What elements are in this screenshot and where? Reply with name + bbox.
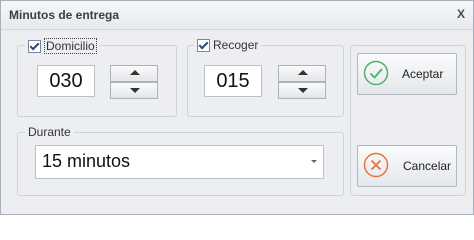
accept-button[interactable]: Aceptar	[357, 53, 457, 95]
recoger-label: Recoger	[213, 38, 259, 52]
arrow-down-icon	[130, 88, 140, 93]
recoger-increment-button[interactable]	[278, 65, 326, 82]
recoger-minutes-input[interactable]: 015	[204, 65, 262, 97]
arrow-up-icon	[298, 70, 308, 75]
window-title: Minutos de entrega	[9, 8, 120, 22]
domicilio-checkbox-row[interactable]: Domicilio	[25, 38, 100, 54]
check-circle-icon	[363, 60, 389, 86]
duration-select-value: 15 minutos	[42, 151, 131, 171]
durante-label: Durante	[25, 125, 74, 139]
x-circle-icon	[363, 152, 389, 178]
duration-select[interactable]: 15 minutos	[35, 145, 324, 179]
domicilio-label: Domicilio	[44, 38, 97, 54]
title-bar: Minutos de entrega X	[1, 1, 473, 30]
close-button[interactable]: X	[454, 7, 468, 21]
arrow-down-icon	[298, 88, 308, 93]
cancel-button-label: Cancelar	[403, 159, 452, 173]
recoger-decrement-button[interactable]	[278, 82, 326, 99]
accept-button-label: Aceptar	[402, 67, 444, 81]
domicilio-increment-button[interactable]	[110, 65, 158, 82]
arrow-up-icon	[130, 70, 140, 75]
recoger-checkbox[interactable]	[197, 38, 210, 52]
domicilio-checkbox[interactable]	[28, 39, 41, 53]
cancel-button[interactable]: Cancelar	[357, 145, 457, 187]
dialog-window: Minutos de entrega X Domicilio 030 Recog…	[0, 0, 474, 215]
recoger-checkbox-row[interactable]: Recoger	[194, 38, 262, 52]
chevron-down-icon[interactable]	[311, 160, 317, 163]
domicilio-minutes-input[interactable]: 030	[37, 65, 95, 97]
domicilio-decrement-button[interactable]	[110, 82, 158, 99]
